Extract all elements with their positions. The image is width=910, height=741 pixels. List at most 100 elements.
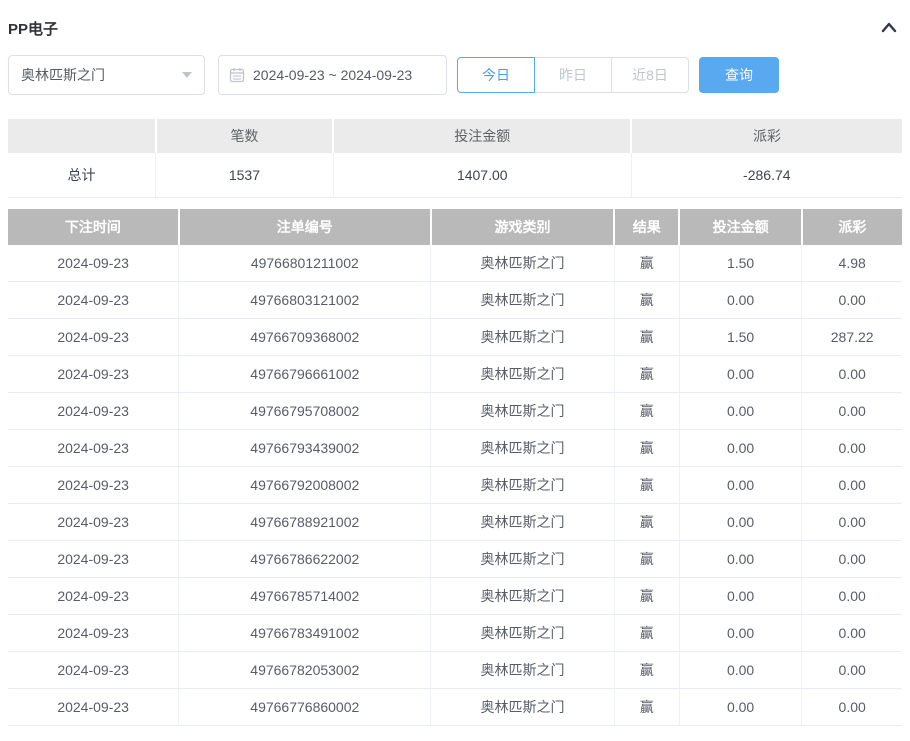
cell-game-type: 奥林匹斯之门 (431, 430, 614, 467)
cell-bet-id: 49766795708002 (179, 393, 431, 430)
cell-bet-id: 49766793439002 (179, 430, 431, 467)
cell-result: 赢 (614, 504, 679, 541)
cell-bet-id: 49766792008002 (179, 467, 431, 504)
header-bet-id: 注单编号 (179, 209, 431, 245)
cell-payout: 0.00 (802, 467, 902, 504)
header-bet-time: 下注时间 (8, 209, 179, 245)
cell-bet-time: 2024-09-23 (8, 393, 179, 430)
cell-game-type: 奥林匹斯之门 (431, 282, 614, 319)
summary-header-payout: 派彩 (631, 119, 902, 153)
cell-game-type: 奥林匹斯之门 (431, 356, 614, 393)
cell-game-type: 奥林匹斯之门 (431, 615, 614, 652)
summary-table: 笔数 投注金额 派彩 总计 1537 1407.00 -286.74 (8, 119, 902, 198)
table-row: 2024-09-2349766796661002奥林匹斯之门赢0.000.00 (8, 356, 902, 393)
search-button[interactable]: 查询 (699, 57, 779, 93)
cell-result: 赢 (614, 430, 679, 467)
cell-game-type: 奥林匹斯之门 (431, 393, 614, 430)
bet-table-header-row: 下注时间 注单编号 游戏类别 结果 投注金额 派彩 (8, 209, 902, 245)
cell-payout: 0.00 (802, 541, 902, 578)
cell-bet-id: 49766785714002 (179, 578, 431, 615)
cell-bet-id: 49766788921002 (179, 504, 431, 541)
summary-header-count: 笔数 (156, 119, 334, 153)
date-range-input[interactable]: 2024-09-23 ~ 2024-09-23 (218, 55, 447, 95)
summary-total-payout: -286.74 (631, 153, 902, 197)
cell-bet-amount: 0.00 (679, 282, 801, 319)
cell-result: 赢 (614, 615, 679, 652)
filter-bar: 奥林匹斯之门 2024-09-23 ~ 2024-09-23 今日 昨日 近8日 (8, 55, 902, 95)
pp-electronic-panel: PP电子 奥林匹斯之门 (0, 0, 910, 734)
cell-result: 赢 (614, 282, 679, 319)
cell-payout: 0.00 (802, 504, 902, 541)
cell-game-type: 奥林匹斯之门 (431, 652, 614, 689)
table-row: 2024-09-2349766783491002奥林匹斯之门赢0.000.00 (8, 615, 902, 652)
cell-bet-id: 49766796661002 (179, 356, 431, 393)
cell-bet-amount: 0.00 (679, 689, 801, 726)
cell-result: 赢 (614, 319, 679, 356)
bet-records-table: 下注时间 注单编号 游戏类别 结果 投注金额 派彩 2024-09-234976… (8, 209, 902, 727)
table-row: 2024-09-2349766803121002奥林匹斯之门赢0.000.00 (8, 282, 902, 319)
cell-payout: 0.00 (802, 578, 902, 615)
cell-bet-id: 49766786622002 (179, 541, 431, 578)
bet-table-body: 2024-09-2349766801211002奥林匹斯之门赢1.504.982… (8, 245, 902, 726)
cell-bet-amount: 1.50 (679, 245, 801, 282)
cell-bet-id: 49766782053002 (179, 652, 431, 689)
table-row: 2024-09-2349766793439002奥林匹斯之门赢0.000.00 (8, 430, 902, 467)
summary-header-blank (8, 119, 156, 153)
cell-result: 赢 (614, 467, 679, 504)
cell-game-type: 奥林匹斯之门 (431, 689, 614, 726)
cell-bet-amount: 0.00 (679, 578, 801, 615)
cell-bet-id: 49766709368002 (179, 319, 431, 356)
yesterday-button[interactable]: 昨日 (534, 57, 612, 93)
cell-result: 赢 (614, 578, 679, 615)
cell-bet-time: 2024-09-23 (8, 430, 179, 467)
cell-game-type: 奥林匹斯之门 (431, 504, 614, 541)
cell-payout: 0.00 (802, 356, 902, 393)
cell-payout: 4.98 (802, 245, 902, 282)
panel-header: PP电子 (8, 8, 902, 42)
collapse-button[interactable] (878, 19, 900, 37)
summary-total-label: 总计 (8, 153, 156, 197)
header-game-type: 游戏类别 (431, 209, 614, 245)
cell-result: 赢 (614, 245, 679, 282)
today-button[interactable]: 今日 (457, 57, 535, 93)
cell-bet-id: 49766801211002 (179, 245, 431, 282)
cell-bet-time: 2024-09-23 (8, 504, 179, 541)
cell-bet-amount: 0.00 (679, 504, 801, 541)
cell-bet-time: 2024-09-23 (8, 282, 179, 319)
cell-bet-amount: 0.00 (679, 430, 801, 467)
summary-total-row: 总计 1537 1407.00 -286.74 (8, 153, 902, 197)
cell-bet-amount: 1.50 (679, 319, 801, 356)
cell-payout: 0.00 (802, 393, 902, 430)
last-8-days-button[interactable]: 近8日 (611, 57, 689, 93)
cell-bet-time: 2024-09-23 (8, 652, 179, 689)
cell-payout: 0.00 (802, 689, 902, 726)
game-select[interactable]: 奥林匹斯之门 (8, 55, 205, 95)
summary-header-row: 笔数 投注金额 派彩 (8, 119, 902, 153)
cell-bet-time: 2024-09-23 (8, 689, 179, 726)
calendar-icon (229, 67, 245, 83)
summary-header-bet-amount: 投注金额 (333, 119, 631, 153)
table-row: 2024-09-2349766776860002奥林匹斯之门赢0.000.00 (8, 689, 902, 726)
cell-result: 赢 (614, 652, 679, 689)
cell-game-type: 奥林匹斯之门 (431, 578, 614, 615)
cell-result: 赢 (614, 356, 679, 393)
table-row: 2024-09-2349766795708002奥林匹斯之门赢0.000.00 (8, 393, 902, 430)
date-range-value: 2024-09-23 ~ 2024-09-23 (253, 67, 412, 83)
cell-payout: 287.22 (802, 319, 902, 356)
table-row: 2024-09-2349766792008002奥林匹斯之门赢0.000.00 (8, 467, 902, 504)
chevron-up-icon (880, 23, 898, 38)
cell-bet-id: 49766783491002 (179, 615, 431, 652)
header-result: 结果 (614, 209, 679, 245)
cell-payout: 0.00 (802, 652, 902, 689)
cell-game-type: 奥林匹斯之门 (431, 541, 614, 578)
cell-bet-id: 49766776860002 (179, 689, 431, 726)
cell-bet-amount: 0.00 (679, 541, 801, 578)
cell-bet-time: 2024-09-23 (8, 467, 179, 504)
table-row: 2024-09-2349766786622002奥林匹斯之门赢0.000.00 (8, 541, 902, 578)
cell-bet-amount: 0.00 (679, 467, 801, 504)
table-row: 2024-09-2349766788921002奥林匹斯之门赢0.000.00 (8, 504, 902, 541)
cell-bet-id: 49766803121002 (179, 282, 431, 319)
cell-payout: 0.00 (802, 282, 902, 319)
cell-bet-amount: 0.00 (679, 356, 801, 393)
cell-bet-amount: 0.00 (679, 615, 801, 652)
